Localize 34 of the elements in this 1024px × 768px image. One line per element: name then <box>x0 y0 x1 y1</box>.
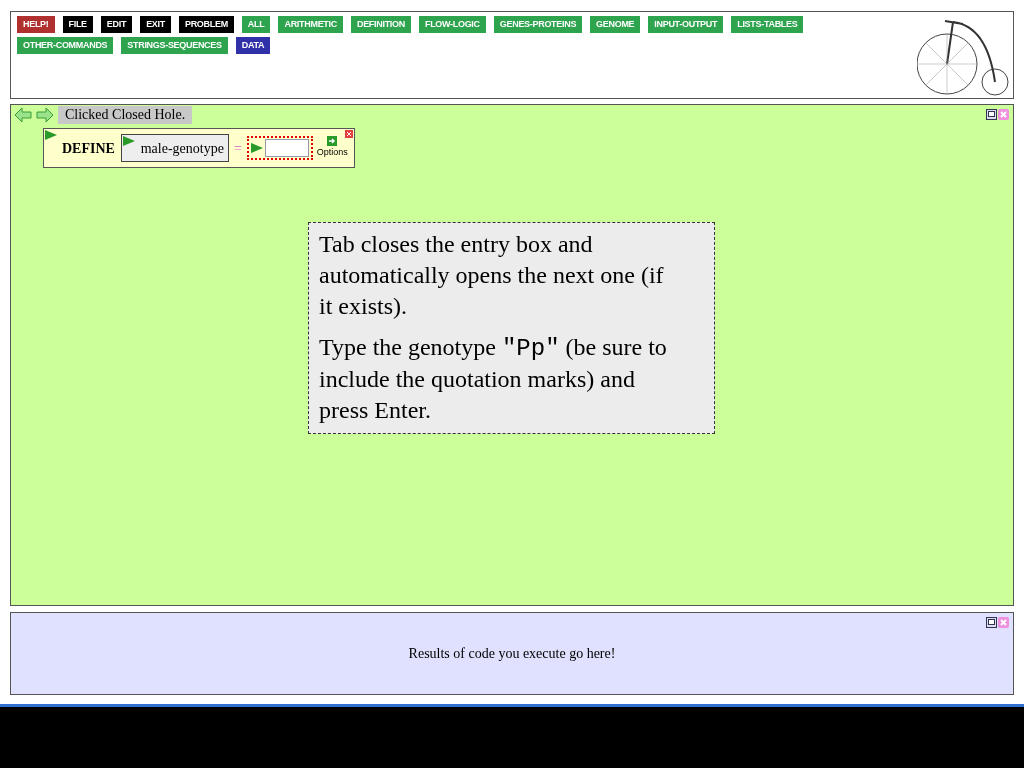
results-message: Results of code you execute go here! <box>408 645 616 663</box>
category-button[interactable]: FLOW-LOGIC <box>418 16 486 33</box>
entry-input-field[interactable] <box>264 139 309 157</box>
flag-icon[interactable] <box>45 130 57 140</box>
maximize-icon[interactable] <box>986 109 997 120</box>
flag-icon[interactable] <box>122 136 135 146</box>
category-button[interactable]: FILE <box>62 16 93 33</box>
back-arrow-icon[interactable] <box>14 107 32 123</box>
options-icon[interactable] <box>327 136 338 147</box>
category-button[interactable]: PROBLEM <box>178 16 234 33</box>
flag-icon[interactable] <box>250 143 263 153</box>
maximize-icon[interactable] <box>986 617 997 628</box>
category-button[interactable]: STRINGS-SEQUENCES <box>121 37 228 54</box>
close-icon[interactable] <box>345 130 353 138</box>
category-button[interactable]: EDIT <box>100 16 133 33</box>
category-button[interactable]: INPUT-OUTPUT <box>648 16 724 33</box>
define-keyword: DEFINE <box>62 139 115 158</box>
category-button[interactable]: HELP! <box>17 16 55 33</box>
name-field[interactable]: male-genotype <box>120 134 229 162</box>
category-button[interactable]: ARITHMETIC <box>278 16 343 33</box>
forward-arrow-icon[interactable] <box>36 107 54 123</box>
hint-text: Type the genotype "Pp" (be sure to include the quotation marks) and press Enter. <box>319 333 668 425</box>
category-button[interactable]: ALL <box>241 16 271 33</box>
options-label[interactable]: Options <box>316 146 348 160</box>
hint-text: Tab closes the entry box and automatically opens the next one (if it exists). <box>319 230 665 321</box>
category-button[interactable]: DATA <box>235 37 271 54</box>
category-button[interactable]: DEFINITION <box>350 16 411 33</box>
category-button[interactable]: GENES-PROTEINS <box>493 16 583 33</box>
category-button[interactable]: LISTS-TABLES <box>731 16 804 33</box>
category-button[interactable]: OTHER-COMMANDS <box>17 37 114 54</box>
category-button[interactable]: GENOME <box>590 16 641 33</box>
status-message: Clicked Closed Hole. <box>58 106 193 124</box>
category-button[interactable]: EXIT <box>140 16 171 33</box>
equals-sign: = <box>233 139 242 158</box>
